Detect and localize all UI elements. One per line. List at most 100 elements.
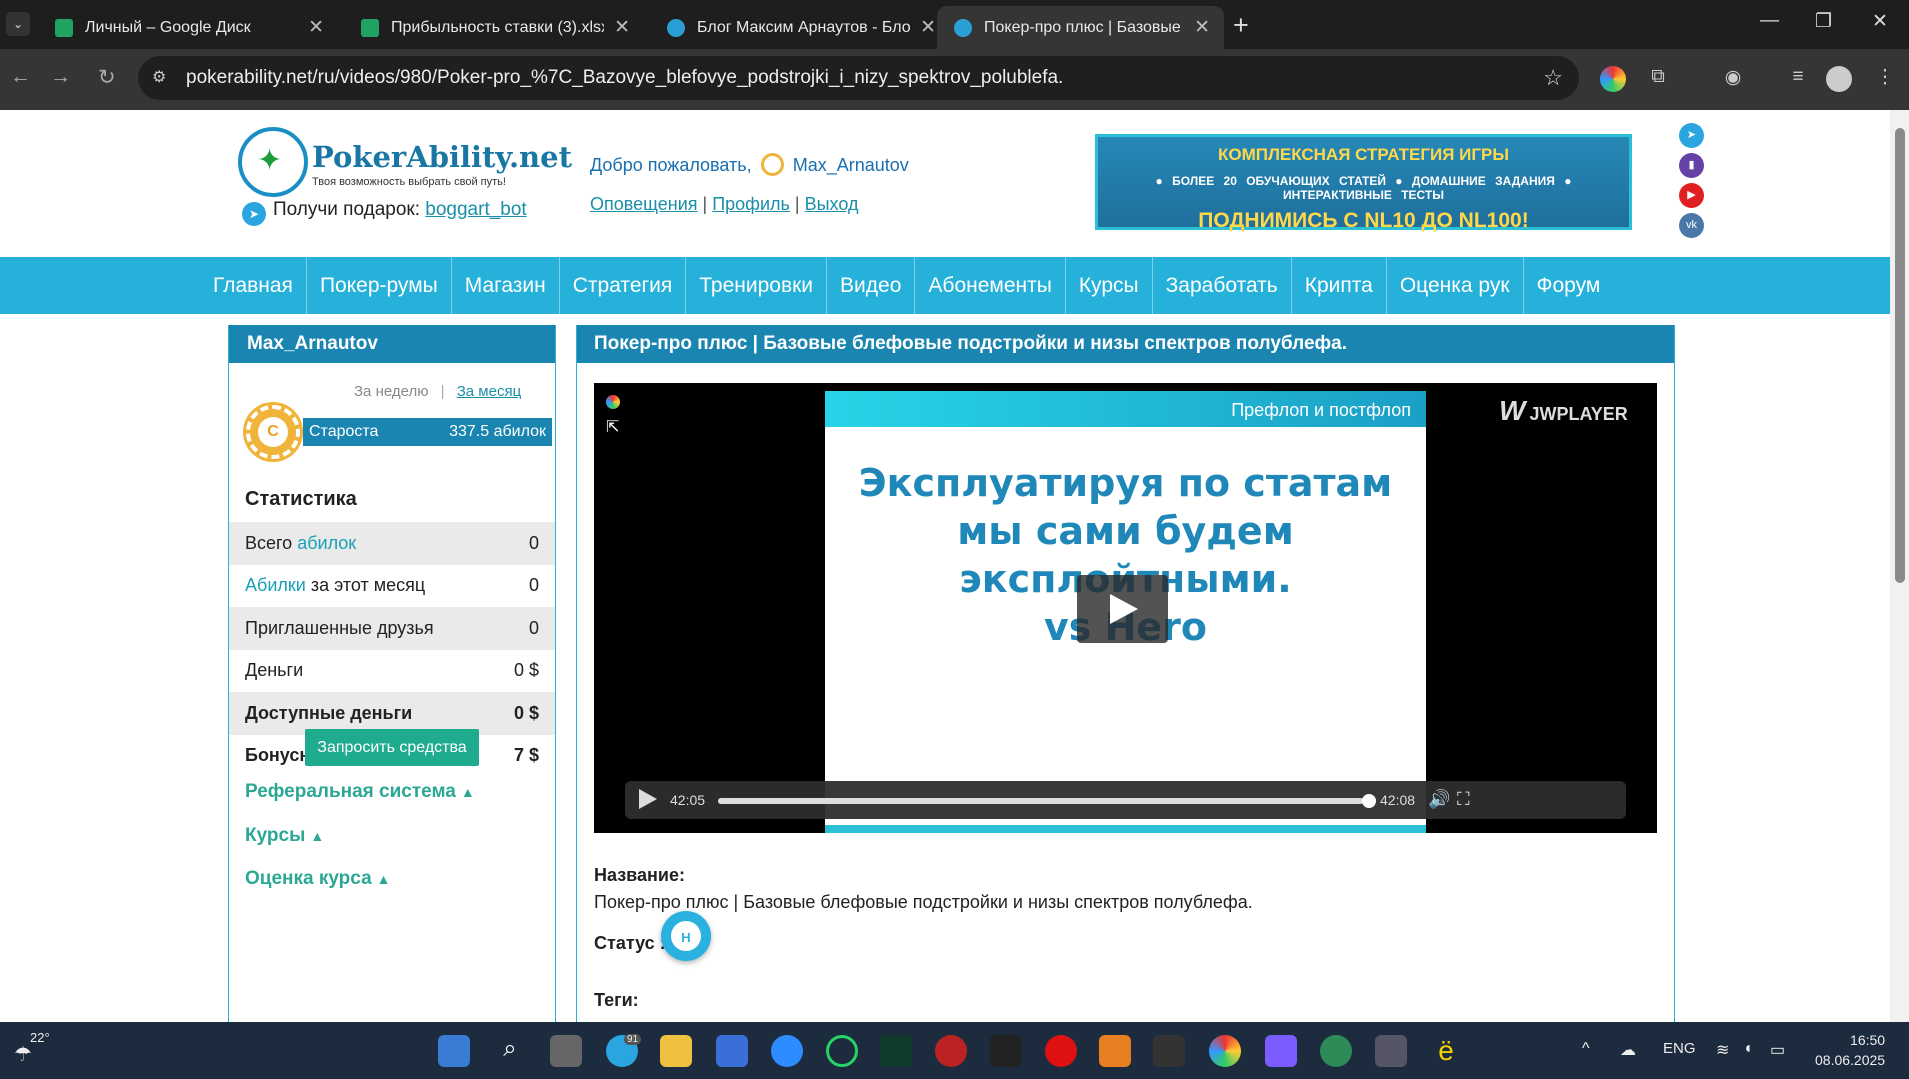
tab-blog[interactable]: Блог Максим Арнаутов - Блог ✕ (650, 6, 950, 49)
bookmark-star-icon[interactable]: ☆ (1543, 56, 1563, 100)
tab-pokerability[interactable]: Покер-про плюс | Базовые бл ✕ (937, 6, 1224, 49)
clock[interactable]: 16:50 08.06.2025 (1815, 1030, 1885, 1070)
language-indicator[interactable]: ENG (1663, 1040, 1696, 1057)
seek-bar[interactable] (718, 798, 1366, 804)
notifications-link[interactable]: Оповещения (590, 194, 698, 214)
new-tab-button[interactable]: + (1233, 10, 1249, 41)
tab-google-drive[interactable]: Личный – Google Диск ✕ (38, 6, 338, 49)
screenshot-icon[interactable]: ◉ (1720, 66, 1746, 92)
menu-item-video[interactable]: Видео (827, 257, 916, 314)
menu-item-earn[interactable]: Заработать (1153, 257, 1292, 314)
tab-search-button[interactable]: ⌄ (6, 12, 30, 36)
period-month[interactable]: За месяц (457, 383, 521, 400)
menu-item-courses[interactable]: Курсы (1066, 257, 1153, 314)
store-icon[interactable] (716, 1035, 748, 1067)
task-view-icon[interactable] (550, 1035, 582, 1067)
whatsapp-icon[interactable] (826, 1035, 858, 1067)
logo-title[interactable]: PokerAbility.net (312, 140, 572, 174)
site-info-icon[interactable]: ⚙ (152, 56, 166, 100)
poker-app-icon[interactable] (1045, 1035, 1077, 1067)
calculator-icon[interactable] (1375, 1035, 1407, 1067)
site-favicon (954, 18, 972, 37)
yo-app-icon[interactable]: ё (1430, 1035, 1462, 1067)
video-player[interactable]: Префлоп и постфлоп Эксплуатируя по стата… (594, 383, 1657, 833)
menu-item-forum[interactable]: Форум (1524, 257, 1614, 314)
twitch-icon[interactable]: ▮ (1679, 153, 1704, 178)
extensions-icon[interactable]: ⧉ (1645, 66, 1671, 92)
poker-app-icon[interactable] (935, 1035, 967, 1067)
menu-item-training[interactable]: Тренировки (686, 257, 828, 314)
video-title-header: Покер-про плюс | Базовые блефовые подстр… (577, 325, 1674, 363)
open-external-icon[interactable]: ⇱ (606, 417, 619, 437)
gift-bot-link[interactable]: boggart_bot (425, 199, 526, 220)
page-scrollbar[interactable] (1890, 110, 1909, 1022)
app-icon[interactable] (880, 1035, 912, 1067)
request-funds-button[interactable]: Запросить средства (305, 729, 479, 766)
zoom-icon[interactable] (771, 1035, 803, 1067)
courses-section[interactable]: Курсы ▲ (245, 825, 324, 847)
menu-item-rooms[interactable]: Покер-румы (307, 257, 452, 314)
play-icon[interactable] (639, 789, 657, 809)
chrome-icon[interactable] (1209, 1035, 1241, 1067)
volume-icon[interactable]: 🔊 (1428, 789, 1450, 810)
url-bar[interactable]: ⚙ pokerability.net/ru/videos/980/Poker-p… (138, 56, 1579, 100)
profile-link[interactable]: Профиль (712, 194, 790, 214)
menu-item-subscriptions[interactable]: Абонементы (915, 257, 1066, 314)
wifi-icon[interactable]: ≋ (1716, 1040, 1729, 1060)
close-tab-icon[interactable]: ✕ (920, 16, 936, 39)
course-rating-section[interactable]: Оценка курса ▲ (245, 868, 391, 890)
seek-handle[interactable] (1362, 794, 1376, 808)
period-week[interactable]: За неделю (354, 383, 428, 400)
stat-row: Всего абилок 0 (229, 522, 555, 565)
app-icon[interactable] (990, 1035, 1022, 1067)
logout-link[interactable]: Выход (805, 194, 859, 214)
app-icon[interactable] (1320, 1035, 1352, 1067)
color-extension-icon[interactable] (606, 395, 620, 409)
tray-chevron-icon[interactable]: ^ (1582, 1040, 1590, 1058)
reload-icon[interactable]: ↻ (98, 65, 116, 90)
vk-icon[interactable]: vk (1679, 213, 1704, 238)
youtube-icon[interactable]: ▶ (1679, 183, 1704, 208)
referral-section[interactable]: Реферальная система ▲ (245, 781, 475, 803)
menu-item-home[interactable]: Главная (200, 257, 307, 314)
fullscreen-icon[interactable]: ⛶ (1457, 789, 1470, 810)
media-icon[interactable]: ≡ (1785, 66, 1811, 92)
minimize-icon[interactable]: — (1760, 10, 1779, 32)
menu-item-shop[interactable]: Магазин (452, 257, 560, 314)
app-icon[interactable] (1099, 1035, 1131, 1067)
profile-avatar[interactable] (1826, 66, 1852, 92)
site-logo-icon[interactable]: ✦ (238, 127, 308, 197)
sidebar-username: Max_Arnautov (229, 325, 555, 363)
period-switch: За неделю | За месяц (354, 383, 522, 400)
vpn-icon[interactable] (1265, 1035, 1297, 1067)
status-label: Статус : (594, 933, 666, 953)
back-icon[interactable]: ← (10, 65, 31, 89)
search-icon[interactable]: ⌕ (494, 1035, 526, 1067)
rank-bar: Староста 337.5 абилок (303, 418, 552, 446)
rank-points: 337.5 абилок (449, 423, 546, 440)
weather-icon[interactable]: ☂ (14, 1042, 32, 1067)
scrollbar-thumb[interactable] (1895, 128, 1905, 583)
menu-item-hand-review[interactable]: Оценка рук (1387, 257, 1524, 314)
volume-icon[interactable]: ◖ (1743, 1040, 1753, 1058)
telegram-icon[interactable]: ➤ (1679, 123, 1704, 148)
color-extension-icon[interactable] (1600, 66, 1626, 92)
tab-sheets[interactable]: Прибыльность ставки (3).xlsx - ✕ (344, 6, 644, 49)
onedrive-icon[interactable]: ☁ (1620, 1040, 1636, 1060)
menu-item-strategy[interactable]: Стратегия (560, 257, 687, 314)
play-overlay-button[interactable] (1077, 575, 1168, 643)
battery-icon[interactable]: ▭ (1770, 1040, 1785, 1060)
forward-icon[interactable]: → (50, 65, 71, 89)
close-tab-icon[interactable]: ✕ (308, 16, 324, 39)
app-icon[interactable] (1153, 1035, 1185, 1067)
file-explorer-icon[interactable] (660, 1035, 692, 1067)
menu-item-crypto[interactable]: Крипта (1292, 257, 1387, 314)
start-icon[interactable] (438, 1035, 470, 1067)
strategy-banner[interactable]: КОМПЛЕКСНАЯ СТРАТЕГИЯ ИГРЫ ● БОЛЕЕ 20 ОБ… (1095, 134, 1632, 232)
close-tab-icon[interactable]: ✕ (1194, 16, 1210, 39)
menu-dots-icon[interactable]: ⋮ (1872, 66, 1898, 92)
close-window-icon[interactable]: ✕ (1872, 10, 1888, 33)
close-tab-icon[interactable]: ✕ (614, 16, 630, 39)
webpage: ✦ PokerAbility.net Твоя возможность выбр… (0, 110, 1890, 1022)
restore-icon[interactable]: ❐ (1815, 10, 1832, 33)
